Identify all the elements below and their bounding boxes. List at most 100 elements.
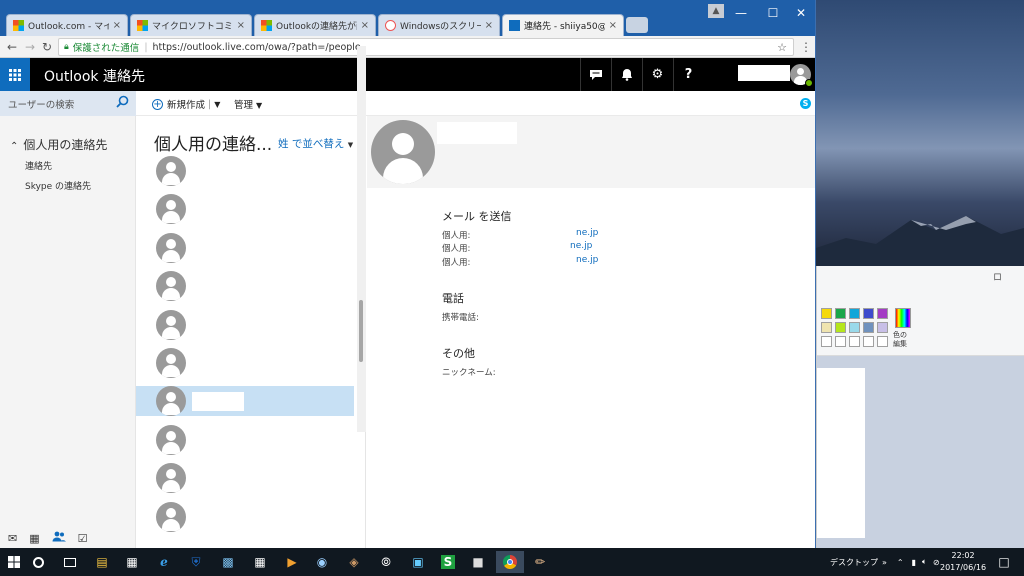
manage-button[interactable]: 管理 ▼: [234, 97, 262, 111]
help-icon[interactable]: ?: [673, 58, 703, 91]
color-swatch[interactable]: [849, 308, 860, 319]
no-network-icon[interactable]: ⊘: [933, 558, 940, 567]
people-icon[interactable]: [52, 531, 66, 545]
color-swatch[interactable]: [863, 336, 874, 347]
search-icon[interactable]: [116, 95, 129, 111]
defender-icon[interactable]: ⛨: [184, 551, 208, 573]
back-button[interactable]: ←: [4, 39, 20, 55]
volume-icon[interactable]: 🔈︎: [922, 557, 927, 567]
nav-item-contacts[interactable]: 連絡先: [25, 159, 52, 172]
address-bar[interactable]: 🔒︎ 保護された通信 | https://outlook.live.com/ow…: [58, 38, 794, 56]
list-scroll-thumb[interactable]: [359, 300, 363, 362]
contact-row[interactable]: [136, 348, 354, 378]
chrome-icon[interactable]: [496, 551, 524, 573]
contact-row[interactable]: [136, 424, 354, 455]
close-tab-icon[interactable]: ×: [361, 20, 369, 31]
app-title[interactable]: Outlook 連絡先: [44, 66, 145, 86]
chevron-down-icon[interactable]: ▼: [214, 100, 220, 109]
sort-button[interactable]: 姓 で並べ替え ▼: [278, 136, 353, 151]
mail-icon[interactable]: ✉: [8, 532, 17, 545]
url-text[interactable]: https://outlook.live.com/owa/?path=/peop…: [153, 42, 361, 53]
edge-icon[interactable]: e: [152, 551, 176, 573]
contact-row[interactable]: [136, 309, 354, 340]
app-s-icon[interactable]: S: [436, 551, 460, 573]
skype-icon[interactable]: S: [800, 98, 811, 109]
network-icon[interactable]: ▮: [912, 558, 916, 567]
gear-icon[interactable]: ⚙: [642, 58, 672, 91]
list-scrollbar[interactable]: [357, 46, 366, 432]
email-value[interactable]: ne.jp: [576, 228, 598, 238]
color-swatch[interactable]: [821, 336, 832, 347]
people-search[interactable]: ユーザーの検索: [0, 91, 136, 116]
file-explorer-icon[interactable]: ▤: [90, 551, 114, 573]
app-icon[interactable]: ■: [466, 551, 490, 573]
chevron-icon[interactable]: »: [882, 558, 887, 567]
color-swatch[interactable]: [821, 322, 832, 333]
cortana-icon[interactable]: [26, 551, 50, 573]
new-button[interactable]: + 新規作成 | ▼: [152, 97, 220, 111]
contact-row[interactable]: [136, 156, 354, 186]
color-swatch[interactable]: [877, 336, 888, 347]
photos-icon[interactable]: ▩: [216, 551, 240, 573]
calculator-icon[interactable]: ▦: [248, 551, 272, 573]
color-swatch[interactable]: [877, 308, 888, 319]
close-tab-icon[interactable]: ×: [237, 20, 245, 31]
calendar-icon[interactable]: ▦: [29, 532, 39, 545]
browser-tab[interactable]: Outlook.com - マイクロソフ ×: [6, 14, 128, 36]
paint-brush-icon[interactable]: ✏: [528, 551, 552, 573]
browser-tab[interactable]: マイクロソフトコミュニティでの ×: [130, 14, 252, 36]
color-swatch[interactable]: [849, 322, 860, 333]
nav-item-skype-contacts[interactable]: Skype の連絡先: [25, 179, 91, 192]
color-swatch[interactable]: [835, 322, 846, 333]
chevron-up-icon[interactable]: ⌃: [10, 141, 18, 152]
paint-window[interactable]: ロ 色の 編集: [816, 266, 1024, 548]
search-input[interactable]: ユーザーの検索: [8, 97, 74, 111]
ccleaner-icon[interactable]: ⦾: [374, 551, 398, 573]
contact-row[interactable]: [136, 501, 354, 532]
email-value[interactable]: ne.jp: [576, 255, 598, 265]
color-swatch[interactable]: [863, 308, 874, 319]
contact-row[interactable]: [136, 463, 354, 494]
forward-button[interactable]: →: [22, 39, 38, 55]
contact-row[interactable]: [136, 386, 354, 417]
paint-canvas[interactable]: [817, 368, 865, 538]
paint-app-icon[interactable]: ◈: [342, 551, 366, 573]
browser-tab[interactable]: Outlookの連絡先が削除さ ×: [254, 14, 376, 36]
user-name-box[interactable]: [738, 65, 790, 81]
tray-up-icon[interactable]: ⌃: [897, 558, 904, 567]
bookmark-star-icon[interactable]: ☆: [777, 41, 787, 54]
bell-icon[interactable]: [611, 58, 641, 91]
action-center-icon[interactable]: □: [992, 551, 1016, 573]
app-launcher-icon[interactable]: [0, 58, 30, 91]
color-swatch[interactable]: [821, 308, 832, 319]
new-tab-button[interactable]: [626, 17, 648, 33]
browser-tab[interactable]: Windowsのスクリーンショッ ×: [378, 14, 500, 36]
task-view-icon[interactable]: [58, 551, 82, 573]
start-button[interactable]: [2, 551, 26, 573]
color-swatch[interactable]: [835, 308, 846, 319]
close-tab-icon[interactable]: ×: [485, 20, 493, 31]
close-window-button[interactable]: ✕: [784, 0, 815, 26]
clock[interactable]: 22:02 2017/06/16: [940, 550, 986, 574]
close-tab-icon[interactable]: ×: [609, 20, 617, 31]
menu-icon[interactable]: ⋮: [798, 39, 814, 55]
store-icon[interactable]: ▦: [120, 551, 144, 573]
contact-row[interactable]: [136, 271, 354, 302]
color-swatch[interactable]: [835, 336, 846, 347]
contact-row[interactable]: [136, 232, 354, 263]
close-tab-icon[interactable]: ×: [113, 20, 121, 31]
reload-button[interactable]: ↻: [39, 39, 55, 55]
color-swatch[interactable]: [863, 322, 874, 333]
media-player-icon[interactable]: ▶: [280, 551, 304, 573]
edit-colors-button[interactable]: 色の 編集: [893, 331, 907, 349]
browser-tab[interactable]: 連絡先 - shiiya50@hotm ×: [502, 14, 624, 36]
chat-icon[interactable]: [580, 58, 610, 91]
contact-row[interactable]: [136, 194, 354, 225]
minimize-button[interactable]: —: [724, 0, 758, 26]
desktop-toolbar-label[interactable]: デスクトップ: [830, 557, 878, 568]
email-value[interactable]: ne.jp: [570, 241, 592, 251]
tasks-icon[interactable]: ☑: [78, 532, 88, 545]
snip-icon[interactable]: ▣: [406, 551, 430, 573]
nav-group-personal-contacts[interactable]: ⌃ 個人用の連絡先: [10, 136, 107, 153]
profile-icon[interactable]: ▲: [708, 4, 724, 18]
